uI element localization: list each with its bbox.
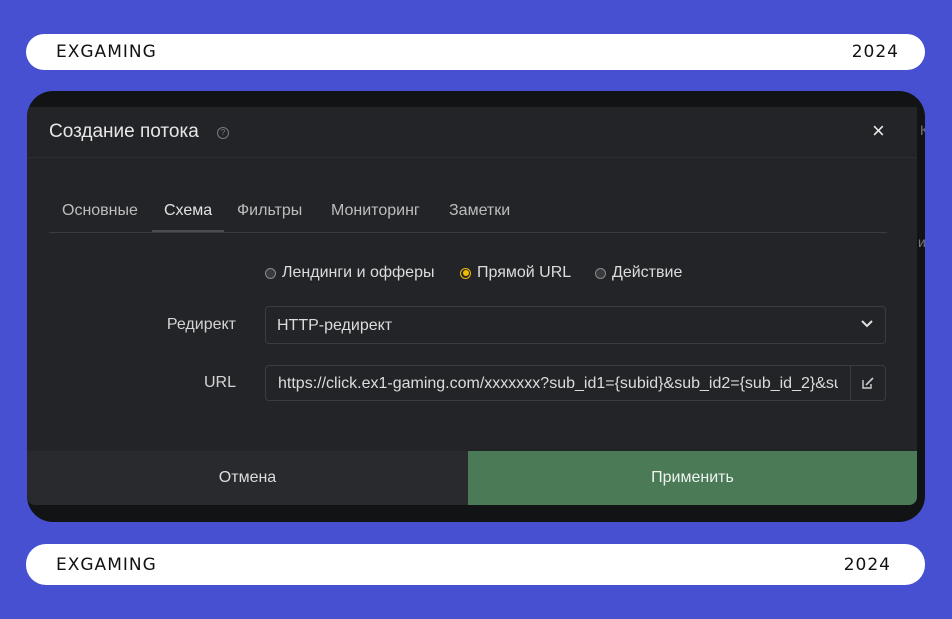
bottom-banner: EXGAMING 2024 bbox=[26, 544, 925, 585]
url-input-value: https://click.ex1-gaming.com/xxxxxxx?sub… bbox=[278, 375, 838, 392]
top-banner: EXGAMING 2024 bbox=[26, 34, 925, 70]
help-icon[interactable]: ? bbox=[217, 127, 229, 139]
radio-landings-offers[interactable]: Лендинги и офферы bbox=[265, 264, 434, 282]
year-label: 2024 bbox=[851, 42, 899, 62]
redirect-select[interactable]: HTTP-редирект bbox=[265, 306, 886, 344]
background-text-fragment: К bbox=[920, 122, 925, 138]
modal-title: Создание потока bbox=[49, 121, 199, 142]
radio-action[interactable]: Действие bbox=[595, 264, 682, 282]
background-text-fragment: и bbox=[918, 234, 925, 250]
create-stream-modal: Создание потока ? × Основные Схема Фильт… bbox=[27, 107, 917, 505]
apply-button[interactable]: Применить bbox=[468, 451, 917, 505]
year-label: 2024 bbox=[843, 554, 891, 575]
radio-checked-icon bbox=[460, 267, 471, 279]
redirect-label: Редирект bbox=[166, 316, 236, 333]
radio-label: Прямой URL bbox=[477, 264, 572, 281]
tab-scheme[interactable]: Схема bbox=[152, 200, 224, 232]
radio-direct-url[interactable]: Прямой URL bbox=[460, 264, 571, 282]
close-icon[interactable]: × bbox=[872, 120, 885, 142]
tab-filters[interactable]: Фильтры bbox=[237, 200, 302, 232]
tab-general[interactable]: Основные bbox=[62, 200, 138, 232]
url-label: URL bbox=[203, 374, 236, 391]
chevron-down-icon bbox=[861, 320, 873, 328]
modal-footer: Отмена Применить bbox=[27, 451, 917, 505]
radio-unchecked-icon bbox=[265, 267, 276, 279]
cancel-button[interactable]: Отмена bbox=[27, 451, 468, 505]
brand-name: EXGAMING bbox=[56, 554, 157, 575]
redirect-select-value: HTTP-редирект bbox=[277, 317, 393, 334]
modal-header: Создание потока ? × bbox=[27, 107, 917, 158]
tab-notes[interactable]: Заметки bbox=[449, 200, 510, 232]
radio-label: Лендинги и офферы bbox=[282, 264, 435, 281]
edit-icon bbox=[862, 377, 874, 389]
url-input[interactable]: https://click.ex1-gaming.com/xxxxxxx?sub… bbox=[265, 365, 850, 401]
tab-bar: Основные Схема Фильтры Мониторинг Заметк… bbox=[49, 200, 887, 233]
edit-url-button[interactable] bbox=[850, 365, 886, 401]
screenshot-frame: К и Создание потока ? × Основные Схема Ф… bbox=[27, 91, 925, 522]
brand-name: EXGAMING bbox=[56, 42, 157, 62]
radio-unchecked-icon bbox=[595, 267, 606, 279]
tab-monitoring[interactable]: Мониторинг bbox=[331, 200, 420, 232]
radio-label: Действие bbox=[612, 264, 683, 281]
